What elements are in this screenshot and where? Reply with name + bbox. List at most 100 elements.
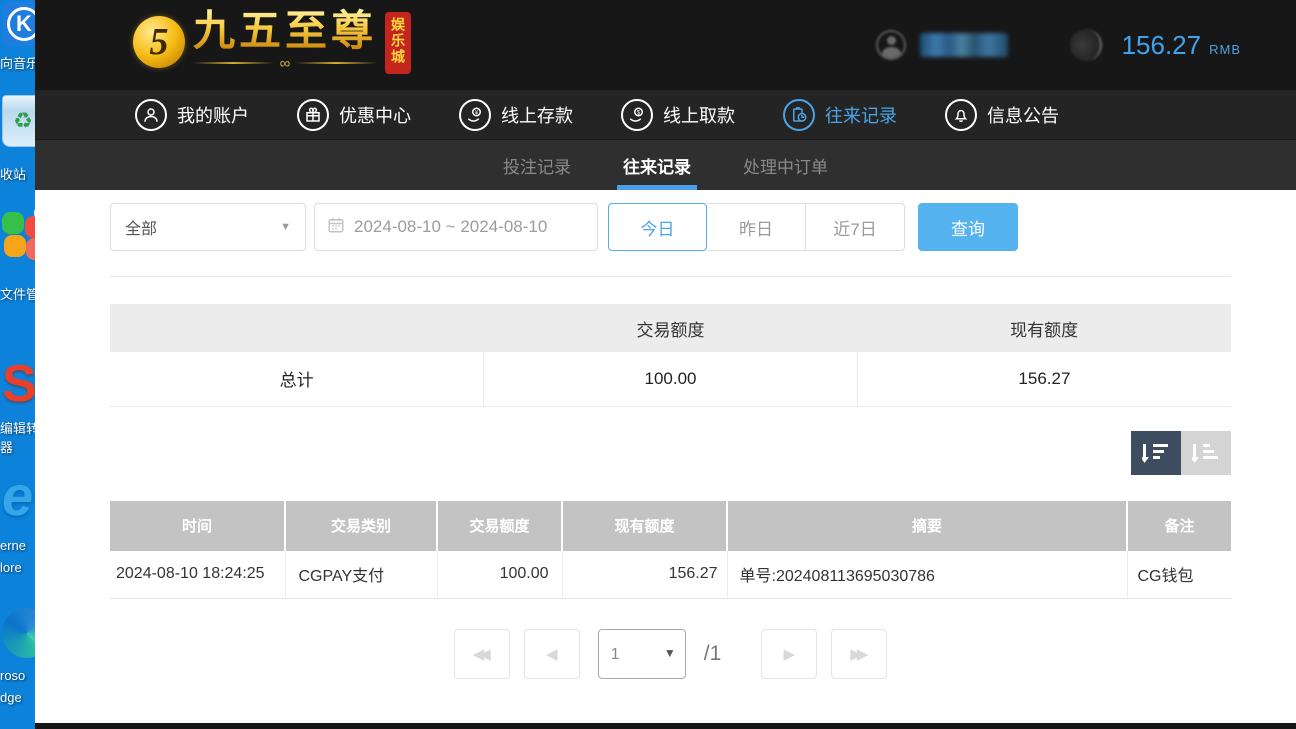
site-header: 5 九五至尊 ∞ 娱乐城 156.27 RMB [35,0,1296,90]
summary-total-amount: 100.00 [484,352,858,406]
nav-label: 线上存款 [501,102,573,128]
last-7-days-button[interactable]: 近7日 [806,203,905,251]
sort-descending-button[interactable] [1131,431,1181,475]
microsoft-edge-icon[interactable] [2,608,35,658]
tab-processing-orders[interactable]: 处理中订单 [739,140,832,190]
nav-label: 我的账户 [177,102,249,128]
table-row: 2024-08-10 18:24:25 CGPAY支付 100.00 156.2… [110,551,1231,599]
logo-coin-icon: 5 [133,16,185,68]
logo-flourish: ∞ [193,56,377,70]
cell-amount: 100.00 [437,551,562,599]
desktop-icon-label: lore [0,560,22,575]
chevron-down-icon: ▼ [280,221,291,233]
internet-explorer-icon[interactable]: e [2,468,33,524]
today-button[interactable]: 今日 [608,203,707,251]
balance-display: 156.27 RMB [1122,30,1241,61]
summary-table: 交易额度 现有额度 总计 100.00 156.27 [110,304,1231,407]
desktop-icon-label: 器 [0,437,13,456]
tab-label: 处理中订单 [743,153,828,178]
desktop-icon-label: erne [0,538,26,553]
cell-time: 2024-08-10 18:24:25 [110,551,285,599]
left-arrow-icon: ◀ [546,645,558,663]
bell-icon [945,99,977,131]
wallet-icon[interactable] [1070,29,1102,61]
sort-ascending-icon [1192,441,1220,465]
nav-item-promotions[interactable]: 优惠中心 [297,99,411,131]
file-manager-icon[interactable]: 4 [2,210,35,256]
user-avatar-icon[interactable] [876,30,906,60]
col-header-type: 交易类别 [285,501,437,551]
desktop-icon-label: 编辑转 [0,418,35,437]
active-tab-underline [617,185,697,190]
calendar-icon [327,216,345,239]
sort-descending-icon [1142,441,1170,465]
records-table: 时间 交易类别 交易额度 现有额度 摘要 备注 2024-08-10 18:24… [110,501,1231,600]
site-logo[interactable]: 5 九五至尊 ∞ 娱乐城 [133,8,411,74]
recycle-bin-icon[interactable]: ♻ [2,95,35,147]
last-page-button[interactable]: ▶▶ [831,629,887,679]
nav-item-announcements[interactable]: 信息公告 [945,99,1059,131]
filter-row: 全部 ▼ 2024-08-10 ~ 2024-08-10 今日 昨日 近7日 查… [110,203,1231,251]
date-range-value: 2024-08-10 ~ 2024-08-10 [354,217,547,237]
summary-header-empty [110,304,484,352]
search-button[interactable]: 查询 [918,203,1018,251]
records-icon [783,99,815,131]
page-select[interactable]: 1 [598,629,686,679]
sort-ascending-button[interactable] [1181,431,1231,475]
col-header-time: 时间 [110,501,285,551]
summary-row: 总计 100.00 156.27 [110,352,1231,406]
nav-item-transaction-records[interactable]: 往来记录 [783,99,897,131]
tab-label: 往来记录 [623,153,691,178]
previous-page-button[interactable]: ◀ [524,629,580,679]
nav-label: 信息公告 [987,102,1059,128]
cell-balance: 156.27 [562,551,727,599]
type-select[interactable]: 全部 ▼ [110,203,306,251]
tab-transaction-records[interactable]: 往来记录 [619,140,695,190]
summary-total-label: 总计 [110,352,484,406]
desktop-icon-label: 文件管 [0,284,35,303]
col-header-summary: 摘要 [727,501,1127,551]
first-page-button[interactable]: ◀◀ [454,629,510,679]
logo-badge: 娱乐城 [385,12,411,74]
desktop-icon-label: dge [0,690,22,705]
tab-betting-records[interactable]: 投注记录 [499,140,575,190]
music-k-icon[interactable]: K [2,2,35,46]
username-redacted [920,33,1008,57]
balance-amount: 156.27 [1122,30,1202,61]
page-total: /1 [704,642,722,666]
page-select-wrap: 1 ▼ [598,629,686,679]
editor-s-icon[interactable]: S [2,358,35,410]
nav-item-withdraw[interactable]: $ 线上取款 [621,99,735,131]
nav-label: 线上取款 [663,102,735,128]
nav-item-my-account[interactable]: 我的账户 [135,99,249,131]
desktop-icon-label: roso [0,668,25,683]
sort-controls [110,431,1231,475]
cell-remark: CG钱包 [1127,551,1231,599]
deposit-icon: ¥ [459,99,491,131]
taskbar-edge [35,723,1296,729]
section-divider [110,276,1231,277]
browser-window: 5 九五至尊 ∞ 娱乐城 156.27 RMB 我的账户 [35,0,1296,729]
gift-icon [297,99,329,131]
col-header-amount: 交易额度 [437,501,562,551]
summary-total-balance: 156.27 [857,352,1231,406]
cell-summary: 单号:202408113695030786 [727,551,1127,599]
main-nav: 我的账户 优惠中心 ¥ 线上存款 $ 线上取款 往来记录 [35,90,1296,140]
balance-currency: RMB [1209,42,1241,57]
logo-title: 九五至尊 [193,8,377,54]
date-range-input[interactable]: 2024-08-10 ~ 2024-08-10 [314,203,598,251]
nav-label: 优惠中心 [339,102,411,128]
col-header-balance: 现有额度 [562,501,727,551]
nav-item-deposit[interactable]: ¥ 线上存款 [459,99,573,131]
withdraw-icon: $ [621,99,653,131]
summary-header-balance: 现有额度 [857,304,1231,352]
next-page-button[interactable]: ▶ [761,629,817,679]
sub-nav: 投注记录 往来记录 处理中订单 [35,140,1296,190]
tab-label: 投注记录 [503,153,571,178]
desktop-icon-label: 收站 [0,164,26,183]
pagination: ◀◀ ◀ 1 ▼ /1 ▶ ▶▶ [110,629,1231,679]
quick-date-group: 今日 昨日 近7日 [608,203,905,251]
right-arrow-icon: ▶ [783,645,795,663]
yesterday-button[interactable]: 昨日 [707,203,806,251]
col-header-remark: 备注 [1127,501,1231,551]
